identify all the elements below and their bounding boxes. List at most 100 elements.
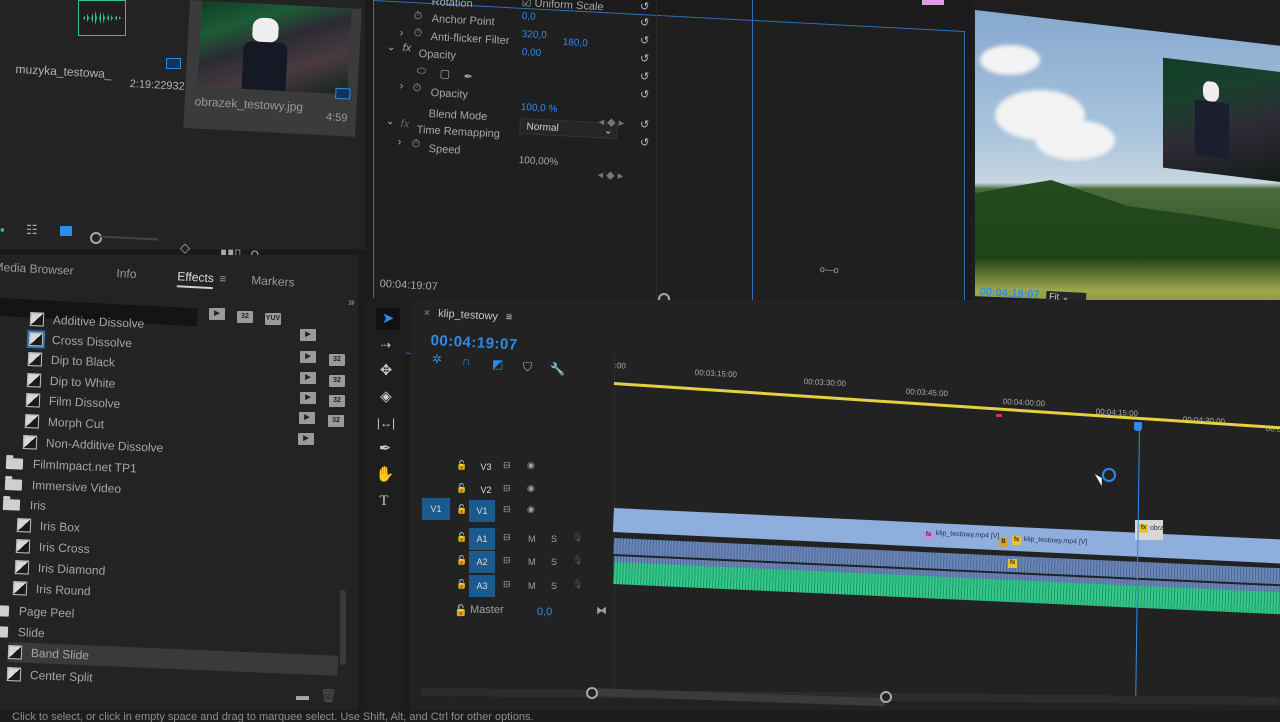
tab-effects[interactable]: Effects <box>176 269 215 290</box>
reset-icon[interactable]: ↺ <box>640 136 649 149</box>
project-item-card[interactable]: obrazek_testowy.jpg 4:59 <box>183 0 362 137</box>
delete-custom-item-icon[interactable]: 🗑 <box>320 688 337 704</box>
effect-item[interactable]: Iris Round <box>12 578 91 601</box>
tab-media-browser[interactable]: Media Browser <box>0 260 74 278</box>
mute-button[interactable]: M <box>528 581 536 591</box>
razor-tool-icon[interactable]: ◈ <box>374 386 398 408</box>
type-tool-icon[interactable]: T <box>372 490 396 512</box>
transition-marker[interactable]: B <box>999 538 1008 547</box>
more-panels-icon[interactable]: » <box>348 295 355 309</box>
eye-icon[interactable]: ◉ <box>527 504 535 515</box>
track-name[interactable]: V2 <box>473 479 499 501</box>
position-x-value[interactable]: 320,0 <box>521 29 547 41</box>
image-clip[interactable]: fx obra <box>1135 520 1164 540</box>
yuv-filter-icon[interactable]: YUV <box>265 313 281 325</box>
voiceover-icon[interactable]: 🎙 <box>572 579 583 590</box>
fx-badge-icon[interactable]: fx <box>1008 559 1017 568</box>
reset-icon[interactable]: ↺ <box>640 16 649 29</box>
hand-tool-icon[interactable]: ✋ <box>373 464 397 486</box>
sync-lock-icon[interactable]: ⊟ <box>503 483 511 494</box>
lock-icon[interactable]: ▪ <box>0 222 5 237</box>
effect-folder[interactable]: Iris <box>2 494 47 516</box>
effect-item[interactable]: Iris Cross <box>15 536 90 559</box>
sort-icon[interactable]: ◇ <box>180 240 190 256</box>
pen-tool-icon[interactable]: ✒ <box>373 438 397 460</box>
opacity-value[interactable]: 100,0 % <box>520 102 557 115</box>
collapse-chevron-icon[interactable]: ⌄ <box>385 114 395 127</box>
speed-value[interactable]: 100,00% <box>518 155 558 168</box>
keyframe-link-icon[interactable]: o—o <box>819 264 839 275</box>
stopwatch-active-icon[interactable]: ⏱ <box>412 82 421 95</box>
lock-icon[interactable]: 🔓 <box>456 532 467 543</box>
reset-icon[interactable]: ↺ <box>640 34 649 47</box>
sync-lock-icon[interactable]: ⊟ <box>503 579 511 590</box>
lock-icon[interactable]: 🔓 <box>456 555 467 566</box>
master-volume-value[interactable]: 0,0 <box>537 606 552 618</box>
tab-markers[interactable]: Markers <box>251 273 295 289</box>
tab-info[interactable]: Info <box>116 266 137 281</box>
anti-flicker-value[interactable]: 0,00 <box>521 47 541 59</box>
lock-icon[interactable]: 🔓 <box>456 483 467 494</box>
track-name[interactable]: V3 <box>473 456 499 478</box>
scroll-handle-right[interactable] <box>880 691 892 703</box>
zoom-slider-knob[interactable] <box>90 232 102 244</box>
selection-tool-icon[interactable]: ➤ <box>376 308 400 330</box>
effects-scrollbar[interactable] <box>340 590 346 665</box>
effect-item[interactable]: Iris Box <box>16 515 81 538</box>
scroll-handle-left[interactable] <box>586 687 598 699</box>
panel-menu-icon[interactable]: ≡ <box>219 272 227 286</box>
list-view-icon[interactable]: ☷ <box>26 222 38 238</box>
lock-icon[interactable]: 🔓 <box>456 504 467 515</box>
voiceover-icon[interactable]: 🎙 <box>572 532 583 543</box>
stopwatch-icon[interactable]: ⏱ <box>413 27 422 40</box>
fx-icon[interactable]: fx <box>402 42 411 54</box>
accelerated-filter-icon[interactable]: ▶ <box>209 308 225 320</box>
sync-lock-icon[interactable]: ⊟ <box>503 555 511 566</box>
linked-selection-icon[interactable]: ◩ <box>492 357 503 371</box>
eye-icon[interactable]: ◉ <box>527 483 535 494</box>
track-target-a3[interactable]: A3 <box>469 575 495 597</box>
keyframe-nav[interactable]: ◂ ◆ ▸ <box>598 115 624 129</box>
expand-chevron-icon[interactable]: › <box>399 80 403 92</box>
effect-item[interactable]: Film Dissolve <box>25 390 121 414</box>
go-to-end-icon[interactable]: ⧓ <box>596 604 607 617</box>
snap-icon[interactable]: ∩ <box>462 354 471 368</box>
pen-mask-icon[interactable]: ✒ <box>463 70 473 83</box>
add-marker-icon[interactable]: ⛉ <box>523 360 532 375</box>
zoom-slider[interactable] <box>99 235 159 241</box>
sync-lock-icon[interactable]: ⊟ <box>503 532 511 543</box>
fx-badge-icon[interactable]: fx <box>924 531 933 540</box>
fx-icon[interactable]: fx <box>400 118 409 130</box>
reset-icon[interactable]: ↺ <box>640 118 649 131</box>
effect-folder[interactable]: Slide <box>0 621 45 643</box>
effect-item[interactable]: Dip to Black <box>27 349 116 373</box>
mute-button[interactable]: M <box>528 557 536 567</box>
solo-button[interactable]: S <box>551 534 557 544</box>
track-target-a1[interactable]: A1 <box>469 528 495 550</box>
track-target-v1[interactable]: V1 <box>469 500 495 522</box>
lock-icon[interactable]: 🔓 <box>456 460 467 471</box>
audio-thumbnail[interactable] <box>78 0 126 36</box>
source-patch-v1[interactable]: V1 <box>422 498 450 520</box>
ripple-edit-tool-icon[interactable]: ✥ <box>374 360 398 382</box>
effect-item[interactable]: Center Split <box>6 664 93 688</box>
sync-lock-icon[interactable]: ⊟ <box>503 504 511 515</box>
anchor-point-value[interactable]: 0,0 <box>521 11 535 23</box>
stopwatch-icon[interactable]: ⏱ <box>413 10 422 23</box>
track-select-tool-icon[interactable]: ⇢ <box>374 334 398 356</box>
expand-chevron-icon[interactable]: › <box>399 27 403 39</box>
rectangle-mask-icon[interactable]: ▢ <box>439 67 450 81</box>
sync-lock-icon[interactable]: ⊟ <box>503 460 511 471</box>
ellipse-mask-icon[interactable]: ⬭ <box>416 65 426 78</box>
effect-folder[interactable]: Page Peel <box>0 600 75 623</box>
keyframe-nav[interactable]: ◂ ◆ ▸ <box>597 168 623 182</box>
effect-item[interactable]: Iris Diamond <box>14 557 106 581</box>
new-custom-bin-icon[interactable]: ▬ <box>296 688 309 703</box>
solo-button[interactable]: S <box>551 581 557 591</box>
lock-icon[interactable]: 🔓 <box>454 604 468 617</box>
reset-icon[interactable]: ↺ <box>640 52 649 65</box>
expand-chevron-icon[interactable]: › <box>397 136 401 148</box>
effect-item[interactable]: Morph Cut <box>24 411 105 434</box>
nest-toggle-icon[interactable]: ✲ <box>432 352 442 366</box>
reset-icon[interactable]: ↺ <box>640 88 649 101</box>
